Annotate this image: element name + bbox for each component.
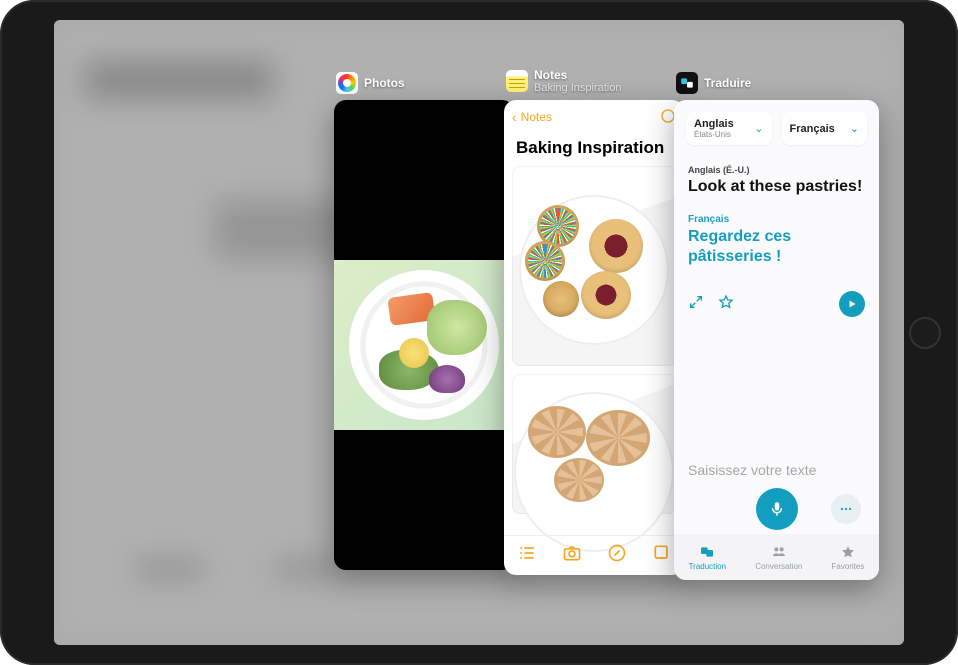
back-button-label[interactable]: Notes xyxy=(521,110,552,124)
app-card-translate[interactable]: Anglais États-Unis ⌄ Français ⌄ Anglais … xyxy=(674,100,879,580)
tab-label: Favorites xyxy=(831,562,864,571)
app-header-translate[interactable]: Traduire xyxy=(676,72,751,94)
microphone-button[interactable] xyxy=(756,488,798,530)
app-header-notes[interactable]: Notes Baking Inspiration xyxy=(506,68,621,94)
tab-translation[interactable]: Traduction xyxy=(689,544,727,571)
photo-content xyxy=(334,260,514,430)
app-name-label: Traduire xyxy=(704,76,751,90)
favorite-icon[interactable] xyxy=(718,294,734,315)
notes-nav-bar: ‹ Notes xyxy=(504,100,684,134)
notes-app-icon xyxy=(506,70,528,92)
home-button[interactable] xyxy=(909,317,941,349)
chevron-down-icon: ⌄ xyxy=(754,122,763,135)
markup-icon[interactable] xyxy=(607,543,627,568)
checklist-icon[interactable] xyxy=(517,543,537,568)
expand-icon[interactable] xyxy=(688,294,704,315)
target-text: Regardez ces pâtisseries ! xyxy=(688,227,865,267)
compose-icon[interactable] xyxy=(652,543,672,568)
notes-toolbar xyxy=(504,535,684,575)
translate-input[interactable]: Saisissez votre texte xyxy=(688,462,816,478)
tab-favorites[interactable]: Favorites xyxy=(831,544,864,571)
app-header-photos[interactable]: Photos xyxy=(336,72,405,94)
source-text: Look at these pastries! xyxy=(688,177,865,196)
source-region-label: États-Unis xyxy=(694,130,734,139)
tab-label: Conversation xyxy=(755,562,802,571)
app-name-label: Photos xyxy=(364,76,405,90)
app-card-notes[interactable]: ‹ Notes Baking Inspiration xyxy=(504,100,684,575)
note-title: Baking Inspiration xyxy=(504,134,684,166)
ipad-frame: Photos Notes Baking Inspiration Traduire xyxy=(0,0,958,665)
more-button[interactable] xyxy=(831,494,861,524)
source-language-picker[interactable]: Anglais États-Unis ⌄ xyxy=(686,112,772,145)
translate-tabbar: Traduction Conversation Favorites xyxy=(674,534,879,580)
source-lang-caption: Anglais (É.-U.) xyxy=(688,165,865,175)
chevron-left-icon[interactable]: ‹ xyxy=(512,109,517,125)
note-image-2 xyxy=(512,374,676,514)
screen: Photos Notes Baking Inspiration Traduire xyxy=(54,20,904,645)
app-subtitle-label: Baking Inspiration xyxy=(534,82,621,94)
photos-app-icon xyxy=(336,72,358,94)
source-lang-label: Anglais xyxy=(694,118,734,130)
tab-label: Traduction xyxy=(689,562,727,571)
target-language-picker[interactable]: Français ⌄ xyxy=(782,112,868,145)
target-lang-label: Français xyxy=(790,123,835,135)
app-name-label: Notes xyxy=(534,68,567,82)
chevron-down-icon: ⌄ xyxy=(850,122,859,135)
target-lang-caption: Français xyxy=(688,214,865,225)
app-card-photos[interactable] xyxy=(334,100,514,570)
translate-app-icon xyxy=(676,72,698,94)
tab-conversation[interactable]: Conversation xyxy=(755,544,802,571)
note-image-1 xyxy=(512,166,676,366)
app-switcher: Photos Notes Baking Inspiration Traduire xyxy=(54,20,904,645)
camera-icon[interactable] xyxy=(562,543,582,568)
play-button[interactable] xyxy=(839,291,865,317)
